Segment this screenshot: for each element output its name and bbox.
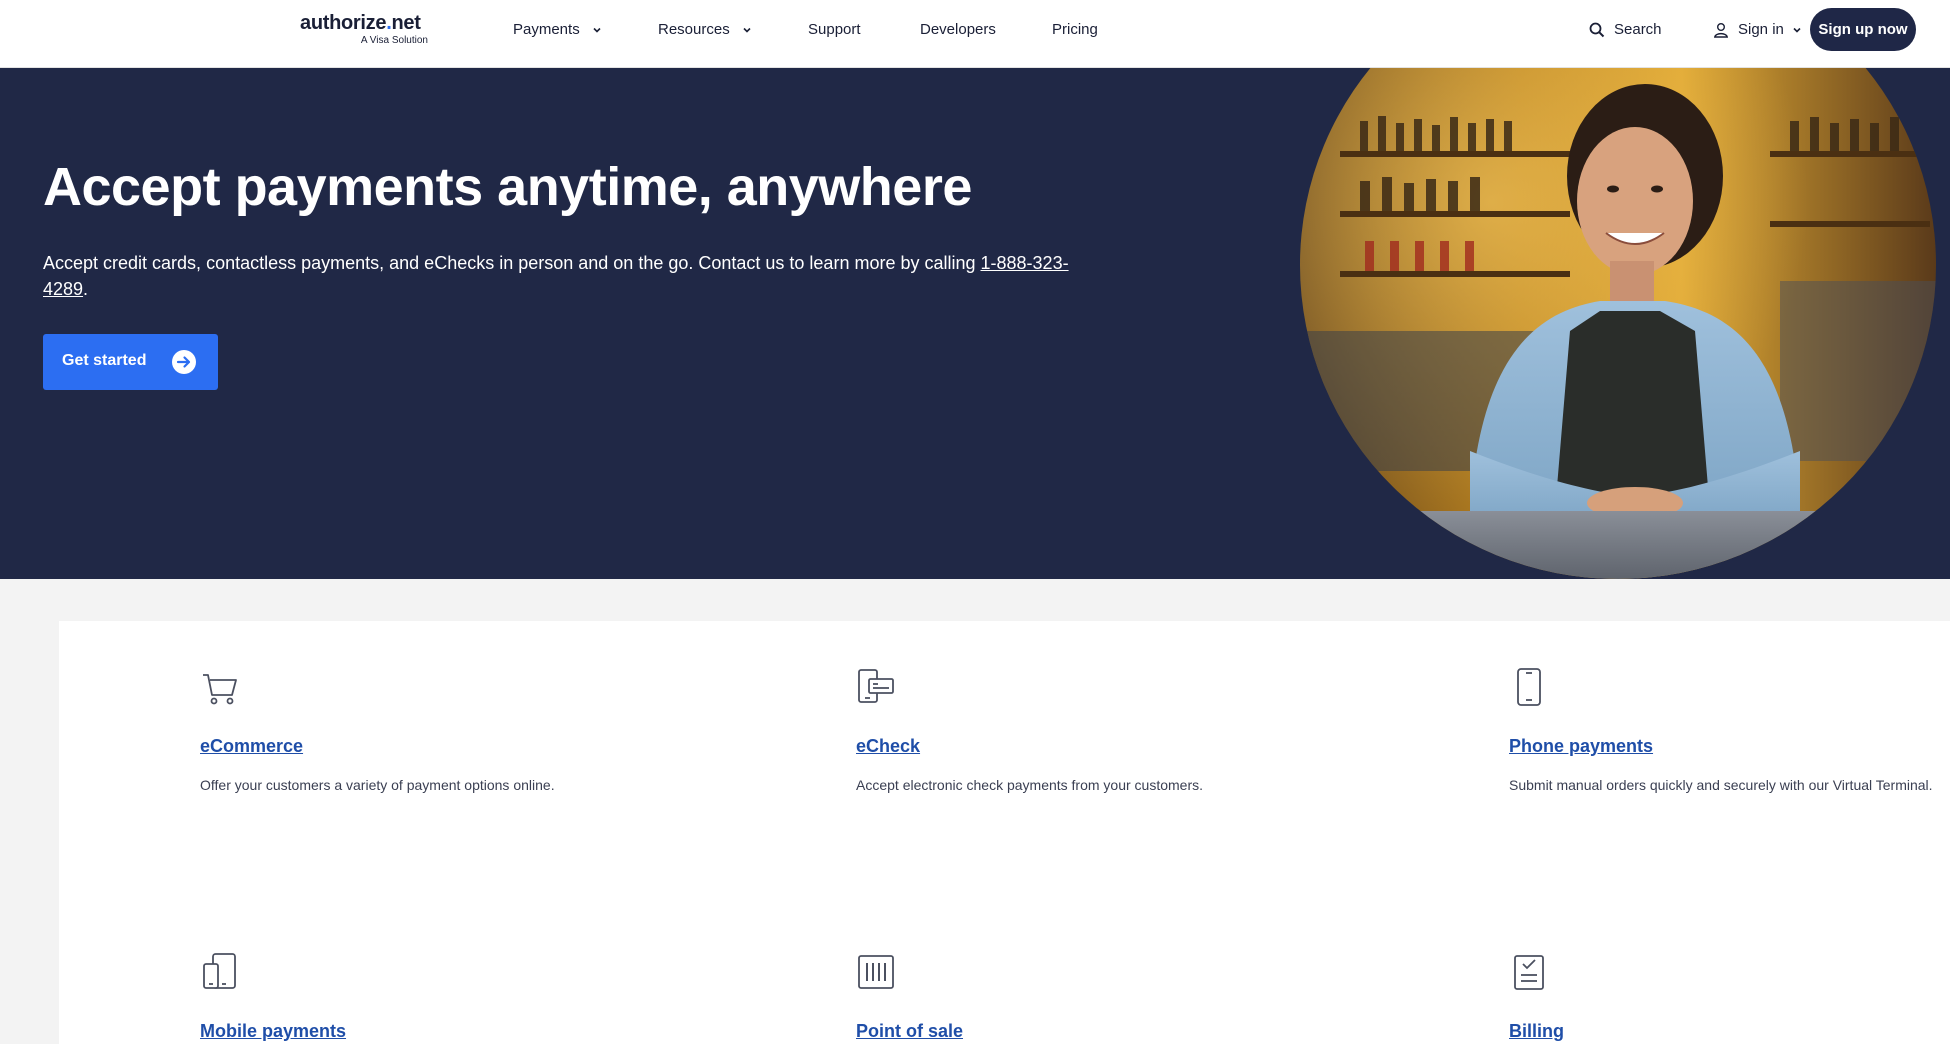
billing-clipboard-icon bbox=[1514, 955, 1544, 990]
ecommerce-link[interactable]: eCommerce bbox=[200, 736, 303, 757]
ecommerce-description: Offer your customers a variety of paymen… bbox=[200, 777, 555, 793]
get-started-button[interactable]: Get started bbox=[43, 334, 218, 390]
sign-up-button[interactable]: Sign up now bbox=[1810, 8, 1916, 51]
get-started-label: Get started bbox=[62, 352, 147, 369]
nav-pricing[interactable]: Pricing bbox=[1052, 21, 1098, 38]
chevron-down-icon bbox=[742, 25, 752, 35]
nav-support-label: Support bbox=[808, 21, 861, 38]
hero-section: Accept payments anytime, anywhere Accept… bbox=[0, 68, 1950, 579]
logo-text-authorize: authorize bbox=[300, 12, 387, 34]
chevron-down-icon bbox=[592, 25, 602, 35]
products-panel: eCommerce Offer your customers a variety… bbox=[59, 621, 1950, 1044]
echeck-description: Accept electronic check payments from yo… bbox=[856, 777, 1204, 793]
search-label: Search bbox=[1614, 21, 1662, 38]
billing-link[interactable]: Billing bbox=[1509, 1021, 1564, 1042]
nav-pricing-label: Pricing bbox=[1052, 21, 1098, 38]
nav-resources-label: Resources bbox=[658, 21, 730, 38]
shopping-cart-icon bbox=[203, 674, 237, 705]
hero-title: Accept payments anytime, anywhere bbox=[43, 157, 972, 217]
hero-description-text: Accept credit cards, contactless payment… bbox=[43, 253, 981, 273]
nav-support[interactable]: Support bbox=[808, 21, 861, 38]
nav-developers-label: Developers bbox=[920, 21, 996, 38]
search-icon bbox=[1589, 22, 1605, 37]
barcode-icon bbox=[858, 955, 894, 989]
mobile-devices-icon bbox=[203, 953, 236, 989]
site-header: authorize.net A Visa Solution Payments R… bbox=[0, 0, 1950, 68]
point-of-sale-link[interactable]: Point of sale bbox=[856, 1021, 963, 1042]
hero-photo-merchant bbox=[1300, 68, 1936, 579]
logo-wordmark: authorize.net bbox=[300, 12, 421, 35]
authorize-net-logo[interactable]: authorize.net A Visa Solution bbox=[300, 12, 430, 46]
phone-payments-link[interactable]: Phone payments bbox=[1509, 736, 1653, 757]
logo-tagline: A Visa Solution bbox=[360, 35, 428, 46]
user-icon bbox=[1713, 22, 1729, 38]
nav-resources[interactable]: Resources bbox=[658, 21, 752, 38]
logo-text-net: net bbox=[391, 12, 421, 34]
sign-in-menu[interactable]: Sign in bbox=[1713, 21, 1802, 38]
hero-description-period: . bbox=[83, 279, 89, 299]
search-button[interactable]: Search bbox=[1589, 21, 1662, 38]
nav-payments-label: Payments bbox=[513, 21, 580, 38]
hero-description: Accept credit cards, contactless payment… bbox=[43, 250, 1103, 302]
phone-icon bbox=[1517, 668, 1541, 706]
nav-developers[interactable]: Developers bbox=[920, 21, 996, 38]
sign-in-label: Sign in bbox=[1738, 21, 1784, 38]
arrow-right-circle-icon bbox=[172, 350, 196, 374]
mobile-payments-link[interactable]: Mobile payments bbox=[200, 1021, 346, 1042]
echeck-link[interactable]: eCheck bbox=[856, 736, 920, 757]
phone-payments-description: Submit manual orders quickly and securel… bbox=[1509, 777, 1933, 793]
chevron-down-icon bbox=[1793, 27, 1801, 33]
nav-payments[interactable]: Payments bbox=[513, 21, 602, 38]
check-terminal-icon bbox=[858, 669, 894, 703]
